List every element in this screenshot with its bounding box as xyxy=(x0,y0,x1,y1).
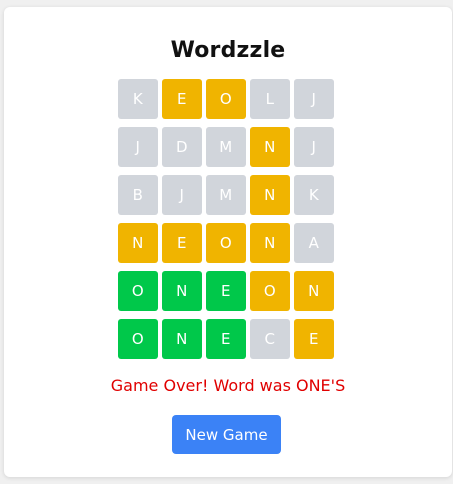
tile-r4-c3: O xyxy=(206,223,246,263)
board-row-6: O N E C E xyxy=(118,319,336,359)
tile-r6-c4: C xyxy=(250,319,290,359)
game-title: Wordzzle xyxy=(170,38,286,63)
game-board: K E O L J J D M N J B J M N K N E O N A xyxy=(118,79,336,367)
tile-r3-c2: J xyxy=(162,175,202,215)
tile-r1-c3: O xyxy=(206,79,246,119)
tile-r1-c1: K xyxy=(118,79,158,119)
tile-r3-c4: N xyxy=(250,175,290,215)
tile-r4-c1: N xyxy=(118,223,158,263)
board-row-4: N E O N A xyxy=(118,223,336,263)
tile-r1-c2: E xyxy=(162,79,202,119)
tile-r5-c2: N xyxy=(162,271,202,311)
board-row-1: K E O L J xyxy=(118,79,336,119)
board-row-3: B J M N K xyxy=(118,175,336,215)
tile-r3-c5: K xyxy=(294,175,334,215)
tile-r2-c1: J xyxy=(118,127,158,167)
tile-r6-c3: E xyxy=(206,319,246,359)
tile-r1-c4: L xyxy=(250,79,290,119)
tile-r2-c3: M xyxy=(206,127,246,167)
tile-r6-c1: O xyxy=(118,319,158,359)
tile-r2-c5: J xyxy=(294,127,334,167)
tile-r4-c4: N xyxy=(250,223,290,263)
tile-r3-c1: B xyxy=(118,175,158,215)
board-row-2: J D M N J xyxy=(118,127,336,167)
tile-r5-c1: O xyxy=(118,271,158,311)
tile-r4-c2: E xyxy=(162,223,202,263)
tile-r4-c5: A xyxy=(294,223,334,263)
game-card: Wordzzle K E O L J J D M N J B J M N K N… xyxy=(4,7,452,477)
tile-r2-c2: D xyxy=(162,127,202,167)
tile-r1-c5: J xyxy=(294,79,334,119)
tile-r2-c4: N xyxy=(250,127,290,167)
tile-r5-c5: N xyxy=(294,271,334,311)
tile-r5-c4: O xyxy=(250,271,290,311)
new-game-button[interactable]: New Game xyxy=(172,415,281,454)
tile-r5-c3: E xyxy=(206,271,246,311)
game-over-message: Game Over! Word was ONE'S xyxy=(110,376,346,395)
tile-r6-c5: E xyxy=(294,319,334,359)
board-row-5: O N E O N xyxy=(118,271,336,311)
tile-r3-c3: M xyxy=(206,175,246,215)
tile-r6-c2: N xyxy=(162,319,202,359)
